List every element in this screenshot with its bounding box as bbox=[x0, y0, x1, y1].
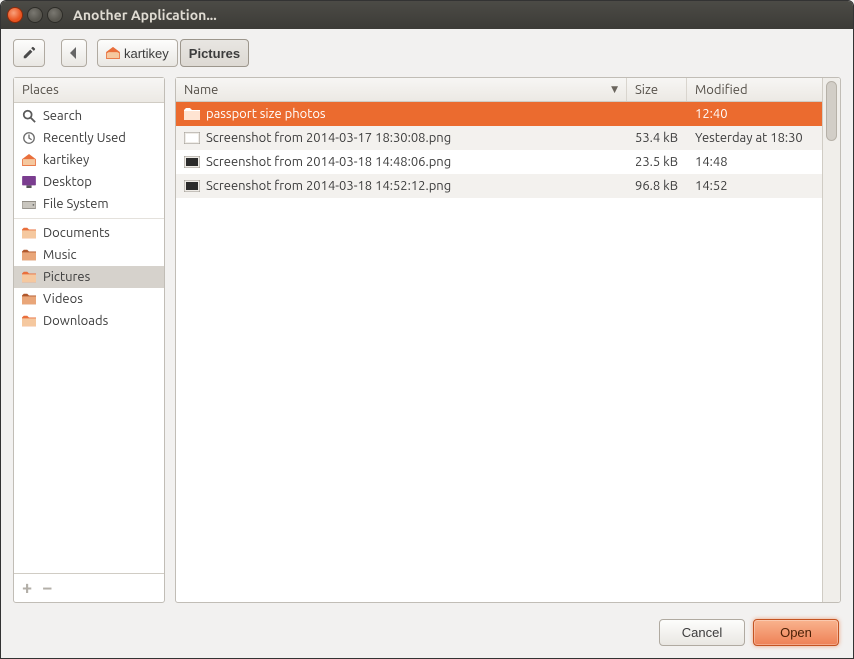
column-header-modified[interactable]: Modified bbox=[687, 78, 822, 101]
window-title: Another Application... bbox=[73, 7, 217, 23]
file-table: Name ▼ Size Modified passport size ph bbox=[176, 78, 822, 602]
places-list: Search Recently Used kartikey Desktop Fi bbox=[14, 103, 164, 573]
cancel-button[interactable]: Cancel bbox=[659, 619, 745, 646]
home-icon bbox=[21, 152, 37, 168]
sidebar-item-home[interactable]: kartikey bbox=[14, 149, 164, 171]
sidebar-item-label: Documents bbox=[43, 226, 110, 240]
file-table-header: Name ▼ Size Modified bbox=[176, 78, 822, 102]
sidebar-item-desktop[interactable]: Desktop bbox=[14, 171, 164, 193]
places-sidebar: Places Search Recently Used kartikey Des… bbox=[13, 77, 165, 603]
folder-open-icon bbox=[184, 108, 200, 120]
maximize-icon[interactable] bbox=[47, 7, 63, 23]
chevron-left-icon bbox=[70, 47, 78, 59]
file-area: Name ▼ Size Modified passport size ph bbox=[175, 77, 841, 603]
sidebar-item-label: Desktop bbox=[43, 175, 92, 189]
search-icon bbox=[21, 108, 37, 124]
path-crumb-home[interactable]: kartikey bbox=[97, 39, 178, 67]
image-icon bbox=[184, 132, 200, 144]
file-row[interactable]: Screenshot from 2014-03-18 14:48:06.png … bbox=[176, 150, 822, 174]
column-header-modified-label: Modified bbox=[695, 83, 748, 97]
window-controls bbox=[7, 7, 63, 23]
sidebar-item-label: Pictures bbox=[43, 270, 90, 284]
button-bar: Cancel Open bbox=[1, 611, 853, 658]
file-name: Screenshot from 2014-03-18 14:48:06.png bbox=[206, 155, 451, 169]
folder-icon bbox=[21, 225, 37, 241]
file-size: 23.5 kB bbox=[635, 155, 678, 169]
pencil-icon bbox=[22, 46, 36, 60]
sort-indicator-icon: ▼ bbox=[611, 84, 618, 95]
sidebar-item-pictures[interactable]: Pictures bbox=[14, 266, 164, 288]
recent-icon bbox=[21, 130, 37, 146]
path-back-button[interactable] bbox=[61, 39, 87, 67]
titlebar[interactable]: Another Application... bbox=[1, 1, 853, 29]
file-modified: 12:40 bbox=[695, 107, 728, 121]
sidebar-item-label: File System bbox=[43, 197, 109, 211]
file-chooser-window: Another Application... kartikey Pictures bbox=[0, 0, 854, 659]
sidebar-item-label: Downloads bbox=[43, 314, 108, 328]
desktop-icon bbox=[21, 174, 37, 190]
sidebar-item-videos[interactable]: Videos bbox=[14, 288, 164, 310]
sidebar-item-label: Search bbox=[43, 109, 82, 123]
places-footer: + − bbox=[14, 573, 164, 602]
file-scrollbar[interactable] bbox=[822, 78, 840, 602]
column-header-size[interactable]: Size bbox=[627, 78, 687, 101]
sidebar-item-label: Videos bbox=[43, 292, 83, 306]
open-button[interactable]: Open bbox=[753, 619, 839, 646]
scrollbar-thumb[interactable] bbox=[826, 81, 837, 141]
sidebar-item-music[interactable]: Music bbox=[14, 244, 164, 266]
file-name: passport size photos bbox=[206, 107, 326, 121]
column-header-name-label: Name bbox=[184, 83, 218, 97]
toolbar: kartikey Pictures bbox=[1, 29, 853, 77]
path-crumb-current[interactable]: Pictures bbox=[180, 39, 249, 67]
places-header: Places bbox=[14, 78, 164, 103]
path-crumb-home-label: kartikey bbox=[124, 46, 169, 61]
sidebar-item-downloads[interactable]: Downloads bbox=[14, 310, 164, 332]
file-modified: 14:52 bbox=[695, 179, 728, 193]
drive-icon bbox=[21, 196, 37, 212]
remove-bookmark-button[interactable]: − bbox=[42, 578, 52, 598]
file-table-body[interactable]: passport size photos 12:40 Screenshot fr… bbox=[176, 102, 822, 602]
file-size: 53.4 kB bbox=[635, 131, 678, 145]
sidebar-item-filesystem[interactable]: File System bbox=[14, 193, 164, 215]
home-icon bbox=[106, 47, 120, 59]
file-size: 96.8 kB bbox=[635, 179, 678, 193]
image-icon bbox=[184, 180, 200, 192]
folder-icon bbox=[21, 269, 37, 285]
folder-icon bbox=[21, 291, 37, 307]
sidebar-item-label: kartikey bbox=[43, 153, 89, 167]
file-name: Screenshot from 2014-03-17 18:30:08.png bbox=[206, 131, 451, 145]
edit-path-button[interactable] bbox=[13, 39, 45, 67]
folder-icon bbox=[21, 247, 37, 263]
content-area: Places Search Recently Used kartikey Des… bbox=[1, 77, 853, 611]
file-modified: Yesterday at 18:30 bbox=[695, 131, 803, 145]
path-bar: kartikey Pictures bbox=[97, 39, 249, 67]
sidebar-item-documents[interactable]: Documents bbox=[14, 218, 164, 244]
path-crumb-current-label: Pictures bbox=[189, 46, 240, 61]
file-name: Screenshot from 2014-03-18 14:52:12.png bbox=[206, 179, 451, 193]
sidebar-item-label: Music bbox=[43, 248, 77, 262]
column-header-size-label: Size bbox=[635, 83, 658, 97]
file-row[interactable]: Screenshot from 2014-03-18 14:52:12.png … bbox=[176, 174, 822, 198]
sidebar-item-label: Recently Used bbox=[43, 131, 126, 145]
column-header-name[interactable]: Name ▼ bbox=[176, 78, 627, 101]
sidebar-item-search[interactable]: Search bbox=[14, 105, 164, 127]
close-icon[interactable] bbox=[7, 7, 23, 23]
file-row[interactable]: Screenshot from 2014-03-17 18:30:08.png … bbox=[176, 126, 822, 150]
file-row[interactable]: passport size photos 12:40 bbox=[176, 102, 822, 126]
file-modified: 14:48 bbox=[695, 155, 728, 169]
folder-icon bbox=[21, 313, 37, 329]
minimize-icon[interactable] bbox=[27, 7, 43, 23]
image-icon bbox=[184, 156, 200, 168]
add-bookmark-button[interactable]: + bbox=[22, 578, 32, 598]
sidebar-item-recent[interactable]: Recently Used bbox=[14, 127, 164, 149]
